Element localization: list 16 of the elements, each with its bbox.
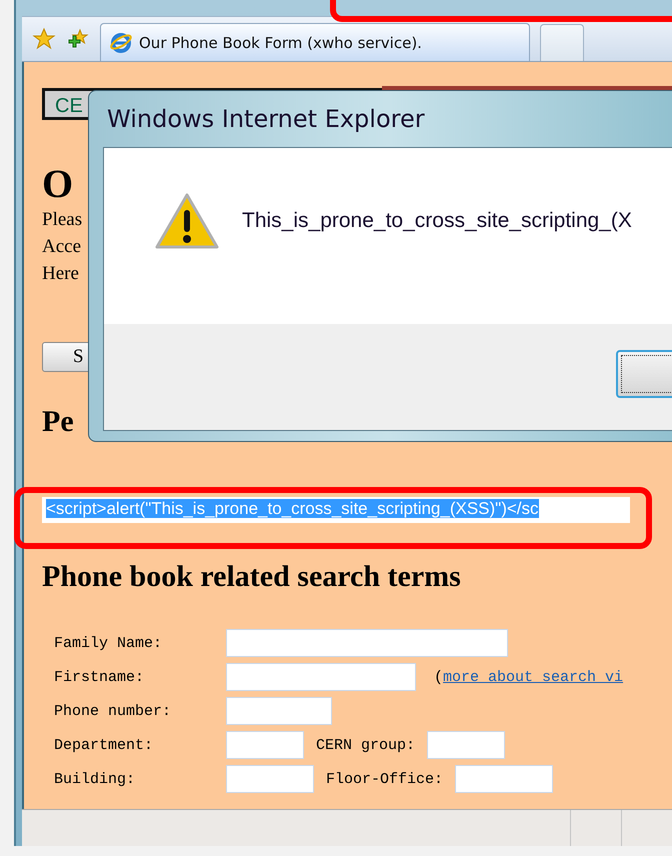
section-heading: Phone book related search terms <box>42 559 461 595</box>
page-heading: O <box>42 162 74 206</box>
intro-text: Pleas <box>42 208 82 232</box>
dialog-title: Windows Internet Explorer <box>106 104 426 135</box>
intro-text: Here <box>42 262 79 286</box>
field-label: Floor-Office: <box>326 770 444 788</box>
note-text: (more about search vi <box>434 668 624 686</box>
intro-text: Acce <box>42 235 82 259</box>
field-label: Building: <box>54 770 136 788</box>
field-label: Family Name: <box>54 634 164 652</box>
field-label: Department: <box>54 736 154 754</box>
section-heading: Pe <box>42 404 74 440</box>
field-label: Firstname: <box>54 668 146 686</box>
dialog-message: This_is_prone_to_cross_site_scripting_(X <box>242 209 632 233</box>
field-label: Phone number: <box>54 702 172 720</box>
field-label: CERN group: <box>316 736 416 754</box>
